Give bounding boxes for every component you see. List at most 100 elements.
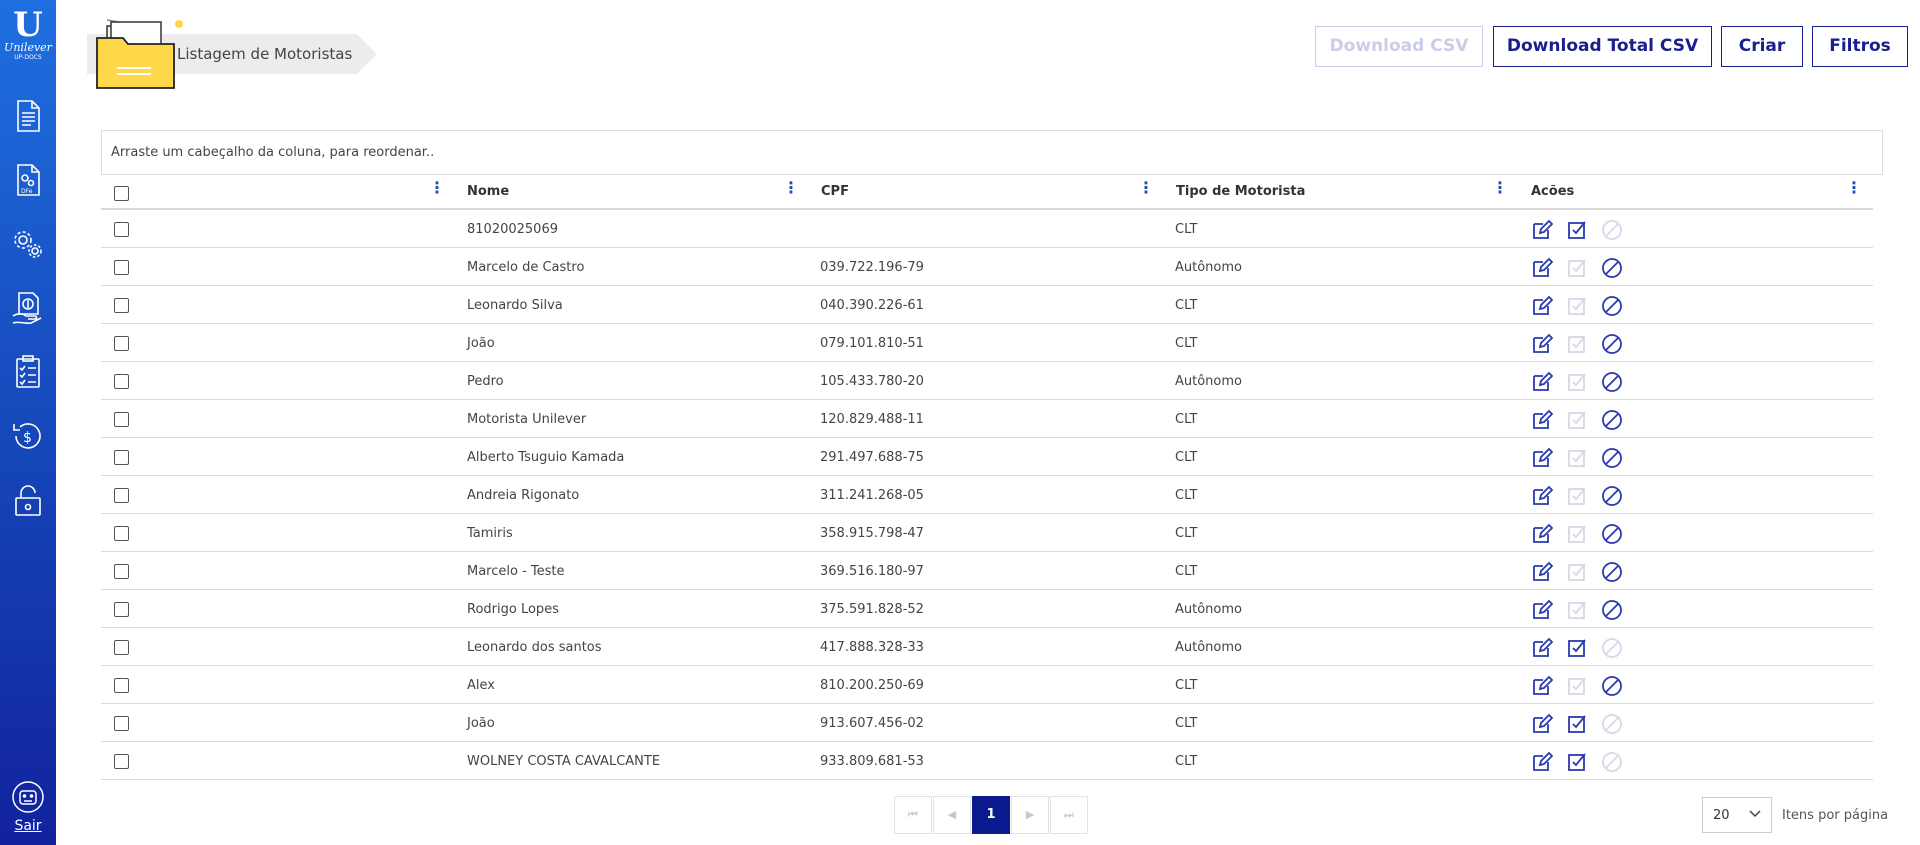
block-icon[interactable]: [1601, 257, 1623, 279]
create-button[interactable]: Criar: [1721, 26, 1803, 67]
page-size-select[interactable]: 20: [1702, 797, 1772, 833]
column-header-nome[interactable]: Nome: [467, 184, 509, 199]
column-header-cpf[interactable]: CPF: [821, 184, 849, 199]
filters-button[interactable]: Filtros: [1812, 26, 1908, 67]
row-checkbox[interactable]: [114, 716, 129, 731]
sidebar-item-refund[interactable]: $: [10, 418, 46, 454]
sidebar-item-documents[interactable]: [10, 98, 46, 134]
edit-icon[interactable]: [1531, 751, 1553, 773]
edit-icon[interactable]: [1531, 371, 1553, 393]
edit-icon[interactable]: [1531, 561, 1553, 583]
block-icon[interactable]: [1601, 561, 1623, 583]
approve-icon[interactable]: [1566, 599, 1588, 621]
block-icon[interactable]: [1601, 523, 1623, 545]
first-page-button[interactable]: ⏮: [894, 796, 932, 834]
svg-text:DFe: DFe: [21, 188, 33, 195]
approve-icon[interactable]: [1566, 561, 1588, 583]
row-checkbox[interactable]: [114, 564, 129, 579]
row-checkbox[interactable]: [114, 222, 129, 237]
approve-icon[interactable]: [1566, 257, 1588, 279]
edit-icon[interactable]: [1531, 637, 1553, 659]
approve-icon[interactable]: [1566, 371, 1588, 393]
block-icon[interactable]: [1601, 409, 1623, 431]
edit-icon[interactable]: [1531, 599, 1553, 621]
row-checkbox[interactable]: [114, 336, 129, 351]
row-checkbox[interactable]: [114, 678, 129, 693]
block-icon[interactable]: [1601, 675, 1623, 697]
sidebar-item-finance[interactable]: [10, 290, 46, 326]
row-checkbox[interactable]: [114, 754, 129, 769]
edit-icon[interactable]: [1531, 523, 1553, 545]
edit-icon[interactable]: [1531, 333, 1553, 355]
column-header-tipo[interactable]: Tipo de Motorista: [1176, 184, 1305, 199]
column-menu-icon[interactable]: ⋮: [1492, 180, 1508, 198]
cell-nome: Marcelo de Castro: [467, 260, 585, 275]
cell-nome: Leonardo dos santos: [467, 640, 602, 655]
edit-icon[interactable]: [1531, 409, 1553, 431]
cell-cpf: 040.390.226-61: [820, 298, 924, 313]
table-row: Marcelo de Castro 039.722.196-79 Autônomo: [101, 248, 1873, 286]
column-menu-icon[interactable]: ⋮: [1846, 180, 1862, 198]
page-1-button[interactable]: 1: [972, 796, 1010, 834]
cell-tipo: CLT: [1175, 678, 1198, 693]
edit-icon[interactable]: [1531, 675, 1553, 697]
select-all-checkbox[interactable]: [114, 186, 129, 201]
sidebar-item-checklist[interactable]: [10, 354, 46, 390]
cell-tipo: CLT: [1175, 716, 1198, 731]
row-checkbox[interactable]: [114, 450, 129, 465]
download-csv-button[interactable]: Download CSV: [1315, 26, 1483, 67]
approve-icon[interactable]: [1566, 447, 1588, 469]
cell-nome: WOLNEY COSTA CAVALCANTE: [467, 754, 661, 769]
block-icon[interactable]: [1601, 637, 1623, 659]
sidebar-item-dfe[interactable]: DFe: [10, 162, 46, 198]
edit-icon[interactable]: [1531, 219, 1553, 241]
block-icon[interactable]: [1601, 751, 1623, 773]
approve-icon[interactable]: [1566, 751, 1588, 773]
approve-icon[interactable]: [1566, 219, 1588, 241]
approve-icon[interactable]: [1566, 333, 1588, 355]
prev-page-button[interactable]: ◀: [933, 796, 971, 834]
cell-tipo: Autônomo: [1175, 260, 1242, 275]
sidebar-item-security[interactable]: [10, 482, 46, 518]
logo-sub: UP-DOCS: [14, 54, 42, 61]
approve-icon[interactable]: [1566, 485, 1588, 507]
edit-icon[interactable]: [1531, 257, 1553, 279]
row-checkbox[interactable]: [114, 298, 129, 313]
cell-cpf: 105.433.780-20: [820, 374, 924, 389]
sidebar-item-settings[interactable]: [10, 226, 46, 262]
column-menu-icon[interactable]: ⋮: [429, 180, 445, 198]
column-menu-icon[interactable]: ⋮: [1138, 180, 1154, 198]
download-total-csv-button[interactable]: Download Total CSV: [1493, 26, 1712, 67]
approve-icon[interactable]: [1566, 523, 1588, 545]
block-icon[interactable]: [1601, 713, 1623, 735]
row-checkbox[interactable]: [114, 260, 129, 275]
row-checkbox[interactable]: [114, 640, 129, 655]
page-size-value: 20: [1713, 808, 1730, 823]
row-checkbox[interactable]: [114, 602, 129, 617]
last-page-button[interactable]: ⏭: [1050, 796, 1088, 834]
column-menu-icon[interactable]: ⋮: [783, 180, 799, 198]
edit-icon[interactable]: [1531, 447, 1553, 469]
block-icon[interactable]: [1601, 447, 1623, 469]
row-checkbox[interactable]: [114, 374, 129, 389]
block-icon[interactable]: [1601, 485, 1623, 507]
approve-icon[interactable]: [1566, 713, 1588, 735]
approve-icon[interactable]: [1566, 637, 1588, 659]
block-icon[interactable]: [1601, 371, 1623, 393]
row-checkbox[interactable]: [114, 526, 129, 541]
column-header-acoes: Acões: [1531, 184, 1575, 199]
block-icon[interactable]: [1601, 295, 1623, 317]
next-page-button[interactable]: ▶: [1011, 796, 1049, 834]
edit-icon[interactable]: [1531, 295, 1553, 317]
group-by-drop-zone[interactable]: Arraste um cabeçalho da coluna, para reo…: [101, 130, 1883, 175]
block-icon[interactable]: [1601, 219, 1623, 241]
approve-icon[interactable]: [1566, 295, 1588, 317]
approve-icon[interactable]: [1566, 675, 1588, 697]
row-checkbox[interactable]: [114, 412, 129, 427]
row-checkbox[interactable]: [114, 488, 129, 503]
edit-icon[interactable]: [1531, 485, 1553, 507]
approve-icon[interactable]: [1566, 409, 1588, 431]
block-icon[interactable]: [1601, 333, 1623, 355]
edit-icon[interactable]: [1531, 713, 1553, 735]
block-icon[interactable]: [1601, 599, 1623, 621]
